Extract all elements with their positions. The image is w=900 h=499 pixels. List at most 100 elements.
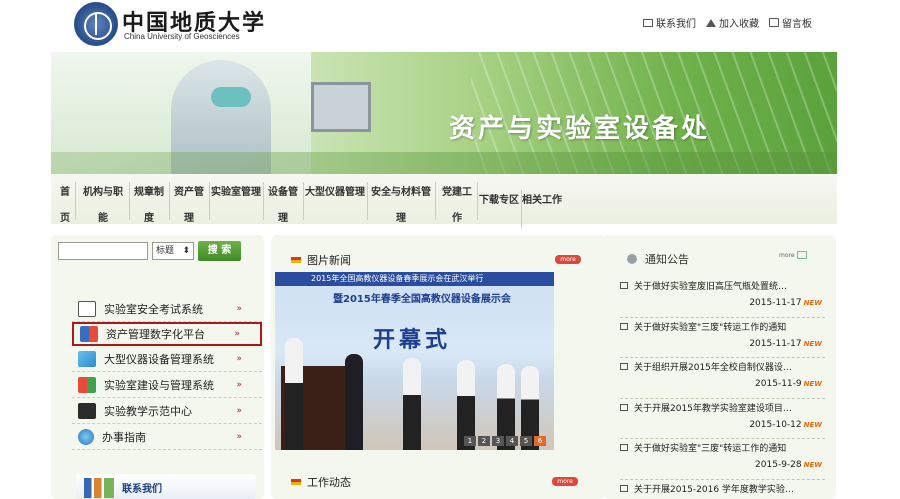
arrow-right-icon: » xyxy=(236,379,242,390)
search-button[interactable]: 搜 索 xyxy=(198,241,241,261)
notice-more[interactable]: more xyxy=(779,251,807,259)
bar-chart-icon xyxy=(84,478,114,498)
photo-big-text: 开幕式 xyxy=(373,328,452,353)
note-icon xyxy=(769,18,779,27)
book-icon xyxy=(78,300,96,317)
notice-item-title: 关于开展2015年教学实验室建设项目… xyxy=(620,401,792,414)
arrow-right-icon: » xyxy=(236,353,242,364)
flag-icon xyxy=(291,479,301,485)
arrow-right-icon: » xyxy=(236,405,242,416)
system-links: 实验室安全考试系统 » 资产管理数字化平台 » 大型仪器设备管理系统 » 实验室… xyxy=(72,296,262,450)
photo-banner-text: 2015年全国高教仪器设备春季展示会在武汉举行 xyxy=(275,272,554,286)
home-icon xyxy=(706,18,716,27)
nav-party[interactable]: 党建工作 xyxy=(439,180,478,232)
photo-person xyxy=(345,354,363,450)
photo-person xyxy=(285,338,303,450)
pager-1[interactable]: 1 xyxy=(464,436,476,446)
keyboard-icon xyxy=(78,402,96,419)
pager-6[interactable]: 6 xyxy=(534,436,546,446)
search-field-select[interactable]: 标题 ⬍ xyxy=(152,242,194,260)
document-icon xyxy=(620,322,628,330)
pager-4[interactable]: 4 xyxy=(506,436,518,446)
mail-icon xyxy=(643,18,653,27)
message-board-link[interactable]: 留言板 xyxy=(769,15,812,30)
main-nav: 首页 机构与职能 规章制度 资产管理 实验室管理 设备管理 大型仪器管理 安全与… xyxy=(51,174,837,228)
notice-item[interactable]: 关于开展2015-2016 学年度教学实验… xyxy=(620,480,825,499)
search-bar: 标题 ⬍ 搜 索 xyxy=(58,241,241,261)
pager-5[interactable]: 5 xyxy=(520,436,532,446)
header: 中国地质大学 China University of Geosciences 联… xyxy=(0,0,900,52)
nav-regulations[interactable]: 规章制度 xyxy=(131,180,170,232)
search-input[interactable] xyxy=(58,242,148,260)
notice-list: 关于做好实验室废旧高压气瓶处置统… 2015-11-17 NEW 关于做好实验室"… xyxy=(620,277,825,499)
arrow-right-icon: » xyxy=(236,303,242,314)
document-icon xyxy=(620,403,628,411)
work-news-more[interactable]: more xyxy=(552,477,578,486)
flag-icon xyxy=(291,257,301,263)
windows-icon xyxy=(78,376,96,393)
document-icon xyxy=(620,444,628,451)
notice-item-date: 2015-10-12 NEW xyxy=(749,419,822,430)
document-icon xyxy=(620,484,628,492)
system-link-safety-exam[interactable]: 实验室安全考试系统 » xyxy=(72,296,262,322)
arrow-right-icon: » xyxy=(236,431,242,442)
slideshow-pager: 1 2 3 4 5 6 xyxy=(464,436,546,446)
nav-home[interactable]: 首页 xyxy=(57,180,76,232)
new-badge: NEW xyxy=(803,380,822,388)
banner-strip xyxy=(51,152,837,174)
system-link-lab-construction[interactable]: 实验室建设与管理系统 » xyxy=(72,372,262,398)
globe-icon xyxy=(78,428,94,445)
photo-news-heading: 图片新闻 xyxy=(291,252,351,268)
contact-us-link[interactable]: 联系我们 xyxy=(643,15,696,30)
photo-news-more[interactable]: more xyxy=(555,255,581,264)
document-icon xyxy=(620,282,628,289)
banner-mask xyxy=(211,87,251,107)
notice-item-date: 2015-11-9 NEW xyxy=(755,379,822,389)
new-badge: NEW xyxy=(803,420,822,429)
document-icon xyxy=(620,363,628,370)
select-arrow-icon: ⬍ xyxy=(182,246,190,256)
nav-organization[interactable]: 机构与职能 xyxy=(79,180,130,232)
pager-3[interactable]: 3 xyxy=(492,436,504,446)
notice-item[interactable]: 关于做好实验室"三废"转运工作的通知 2015-9-28 NEW xyxy=(620,439,825,480)
notice-item[interactable]: 关于做好实验室"三废"转运工作的通知 2015-11-17 NEW xyxy=(620,318,825,358)
banner: 资产与实验室设备处 xyxy=(51,52,837,174)
banner-monitor xyxy=(311,82,371,132)
nav-safety-materials[interactable]: 安全与材料管理 xyxy=(369,180,436,232)
nav-related[interactable]: 相关工作 xyxy=(521,188,563,214)
arrow-box-icon xyxy=(796,251,807,259)
nav-assets[interactable]: 资产管理 xyxy=(171,180,210,232)
notice-item-title: 关于组织开展2015年全校自制仪器设… xyxy=(620,360,792,373)
new-badge: NEW xyxy=(803,461,822,469)
nav-equipment[interactable]: 设备管理 xyxy=(265,180,304,232)
nav-labs[interactable]: 实验室管理 xyxy=(211,180,264,220)
photo-sub-text: 暨2015年春季全国高教仪器设备展示会 xyxy=(333,294,511,305)
contact-us-box[interactable]: 联系我们 xyxy=(76,474,256,499)
add-favorite-link[interactable]: 加入收藏 xyxy=(706,15,759,30)
system-link-service-guide[interactable]: 办事指南 » xyxy=(72,424,262,450)
new-badge: NEW xyxy=(803,339,822,348)
notice-item[interactable]: 关于组织开展2015年全校自制仪器设… 2015-11-9 NEW xyxy=(620,358,825,399)
pager-2[interactable]: 2 xyxy=(478,436,490,446)
bullet-icon xyxy=(627,254,637,264)
system-link-asset-platform[interactable]: 资产管理数字化平台 » xyxy=(72,322,262,346)
university-seal-icon[interactable] xyxy=(74,2,118,46)
notice-item[interactable]: 关于开展2015年教学实验室建设项目… 2015-10-12 NEW xyxy=(620,399,825,439)
system-link-large-equipment[interactable]: 大型仪器设备管理系统 » xyxy=(72,346,262,372)
notice-item-title: 关于做好实验室"三废"转运工作的通知 xyxy=(620,320,786,333)
new-badge: NEW xyxy=(803,299,822,307)
nav-large-instruments[interactable]: 大型仪器管理 xyxy=(305,180,368,220)
department-title: 资产与实验室设备处 xyxy=(449,114,711,144)
notice-item-title: 关于做好实验室"三废"转运工作的通知 xyxy=(620,441,786,454)
notebook-icon xyxy=(78,350,96,367)
chart-icon xyxy=(80,326,98,342)
photo-person xyxy=(403,358,421,450)
nav-downloads[interactable]: 下载专区 xyxy=(479,188,522,228)
system-link-teaching-center[interactable]: 实验教学示范中心 » xyxy=(72,398,262,424)
notice-item[interactable]: 关于做好实验室废旧高压气瓶处置统… 2015-11-17 NEW xyxy=(620,277,825,318)
notice-item-date: 2015-11-17 NEW xyxy=(749,298,822,308)
notice-item-title: 关于开展2015-2016 学年度教学实验… xyxy=(620,482,794,495)
photo-news-slideshow[interactable]: 2015年全国高教仪器设备春季展示会在武汉举行 暨2015年春季全国高教仪器设备… xyxy=(275,272,554,450)
arrow-right-icon: » xyxy=(234,329,240,339)
notice-item-title: 关于做好实验室废旧高压气瓶处置统… xyxy=(620,279,787,292)
